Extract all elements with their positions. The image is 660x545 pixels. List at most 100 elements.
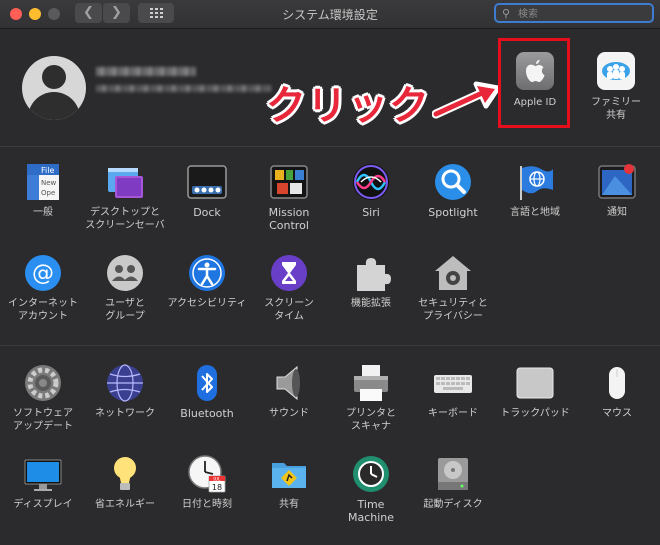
pane-label: サウンド <box>269 408 309 419</box>
display-icon <box>24 459 62 491</box>
users-icon <box>107 255 143 291</box>
pane-dock[interactable]: Dock <box>166 162 248 242</box>
pane-accessibility[interactable]: アクセシビリティ <box>166 253 248 333</box>
pane-startup-disk[interactable]: 起動ディスク <box>412 454 494 534</box>
avatar[interactable] <box>22 56 86 120</box>
pane-label: ソフトウェア アップデート <box>13 408 73 432</box>
pane-extensions[interactable]: 機能拡張 <box>330 253 412 333</box>
pane-trackpad[interactable]: トラックパッド <box>494 363 576 443</box>
file-ope-text: Ope <box>41 189 55 197</box>
pane-label: マウス <box>602 408 632 419</box>
apple-id-highlight-box <box>498 38 570 128</box>
pane-family-sharing[interactable]: ファミリー 共有 <box>582 52 650 132</box>
pane-displays[interactable]: ディスプレイ <box>2 454 84 534</box>
pane-energy-saver[interactable]: 省エネルギー <box>84 454 166 534</box>
pane-label: 起動ディスク <box>423 499 483 510</box>
file-new-text: New <box>41 179 57 187</box>
pane-label: ユーザと グループ <box>105 298 145 322</box>
clock-calendar-icon: JUL 18 <box>188 455 226 493</box>
spotlight-icon <box>435 164 471 200</box>
pane-label: Bluetooth <box>180 407 234 420</box>
time-machine-icon <box>353 456 389 492</box>
gear-icon <box>25 365 61 401</box>
dock-icon <box>187 165 227 199</box>
pane-bluetooth[interactable]: Bluetooth <box>166 363 248 443</box>
sharing-folder-icon <box>272 463 306 488</box>
pane-desktop-screensaver[interactable]: デスクトップと スクリーンセーバ <box>84 162 166 242</box>
pane-mouse[interactable]: マウス <box>576 363 658 443</box>
pane-label: セキュリティと プライバシー <box>418 298 488 322</box>
network-globe-icon <box>107 364 143 402</box>
pane-label: 機能拡張 <box>351 298 391 309</box>
search-field[interactable]: ⚲ <box>494 3 654 23</box>
keyboard-icon <box>434 375 472 393</box>
pane-language-region[interactable]: 言語と地域 <box>494 162 576 242</box>
pane-security-privacy[interactable]: セキュリティと プライバシー <box>412 253 494 333</box>
pane-users-groups[interactable]: ユーザと グループ <box>84 253 166 333</box>
search-icon: ⚲ <box>502 7 511 20</box>
hard-disk-icon <box>438 458 468 490</box>
pane-sound[interactable]: サウンド <box>248 363 330 443</box>
pane-software-update[interactable]: ソフトウェア アップデート <box>2 363 84 443</box>
mission-control-icon <box>270 165 308 199</box>
pane-label: スクリーン タイム <box>264 298 314 322</box>
speaker-icon <box>276 365 300 401</box>
pane-label: Mission Control <box>268 206 310 232</box>
divider <box>0 345 660 346</box>
svg-text:@: @ <box>32 261 54 286</box>
pane-label: 一般 <box>33 207 53 218</box>
accessibility-icon <box>189 255 225 291</box>
pane-label: Dock <box>193 206 221 219</box>
pane-label: Time Machine <box>347 498 395 524</box>
printer-icon <box>354 365 388 401</box>
user-name-redacted <box>96 67 196 76</box>
pane-spotlight[interactable]: Spotlight <box>412 162 494 242</box>
pane-date-time[interactable]: JUL 18 日付と時刻 <box>166 454 248 534</box>
pane-screen-time[interactable]: スクリーン タイム <box>248 253 330 333</box>
pane-label: キーボード <box>428 408 478 419</box>
user-email-redacted <box>96 85 271 92</box>
pane-general[interactable]: File New Ope 一般 <box>2 162 84 242</box>
pane-network[interactable]: ネットワーク <box>84 363 166 443</box>
pane-label: デスクトップと スクリーンセーバ <box>85 207 165 231</box>
click-annotation: クリック <box>266 83 430 129</box>
pane-label: Spotlight <box>428 206 478 219</box>
annotation-arrow-icon <box>432 81 501 119</box>
pane-label: 日付と時刻 <box>182 499 232 510</box>
general-file-icon: File New Ope <box>27 164 59 200</box>
pane-notifications[interactable]: 通知 <box>576 162 658 242</box>
pane-label: Siri <box>362 206 380 219</box>
pane-time-machine[interactable]: Time Machine <box>330 454 412 534</box>
family-cloud-icon <box>597 52 635 90</box>
pane-label: アクセシビリティ <box>167 298 247 309</box>
calendar-month-text: JUL <box>212 477 221 483</box>
pane-label: 省エネルギー <box>95 499 155 510</box>
pane-label: ネットワーク <box>95 408 155 419</box>
mouse-icon <box>609 367 625 399</box>
pane-siri[interactable]: Siri <box>330 162 412 242</box>
bluetooth-icon <box>197 365 217 401</box>
pane-printers-scanners[interactable]: プリンタと スキャナ <box>330 363 412 443</box>
divider <box>0 146 660 147</box>
puzzle-piece-icon <box>357 258 391 291</box>
pane-mission-control[interactable]: Mission Control <box>248 162 330 242</box>
pane-label: ディスプレイ <box>13 499 73 510</box>
pane-label: 言語と地域 <box>510 207 560 218</box>
file-tab-text: File <box>41 166 54 175</box>
pane-label: トラックパッド <box>500 408 570 419</box>
pane-sharing[interactable]: 共有 <box>248 454 330 534</box>
flag-globe-icon <box>520 166 553 200</box>
pane-keyboard[interactable]: キーボード <box>412 363 494 443</box>
notifications-icon <box>598 164 636 199</box>
calendar-day-text: 18 <box>212 483 222 492</box>
house-lock-icon <box>435 256 471 290</box>
trackpad-icon <box>516 367 554 399</box>
pane-label: ファミリー 共有 <box>591 97 641 121</box>
pane-label: 共有 <box>279 499 299 510</box>
at-sign-icon: @ <box>25 255 61 291</box>
desktop-screensaver-icon <box>108 168 143 198</box>
pane-internet-accounts[interactable]: @ インターネット アカウント <box>2 253 84 333</box>
system-preferences-window: ❮ ❯ システム環境設定 ⚲ クリック <box>0 0 660 545</box>
siri-icon <box>353 164 389 200</box>
search-input[interactable] <box>516 6 650 22</box>
